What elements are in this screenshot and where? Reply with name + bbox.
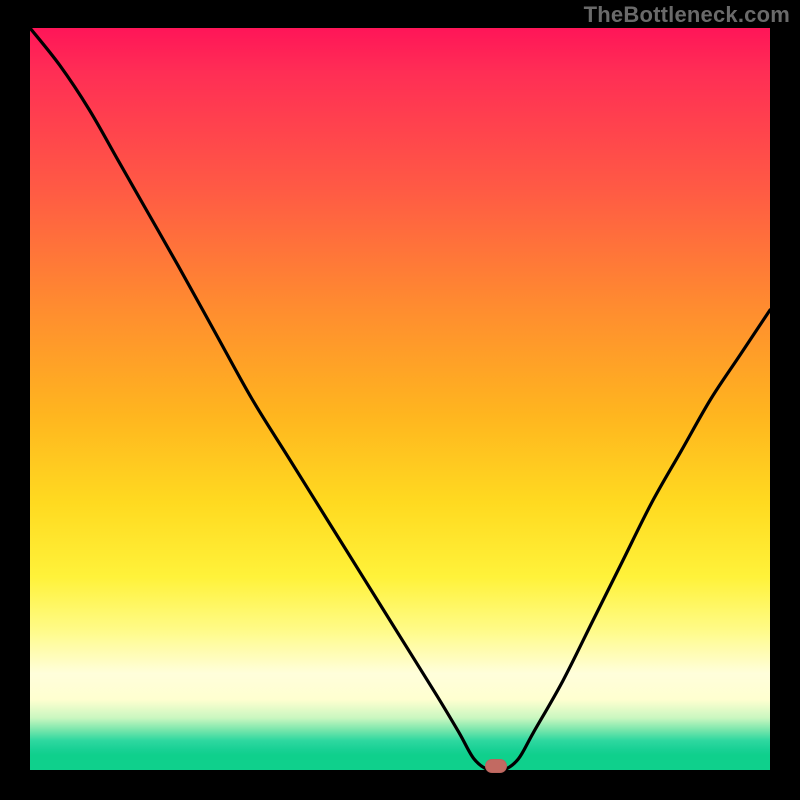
plot-area	[30, 28, 770, 770]
optimal-point-marker	[485, 759, 507, 773]
bottleneck-curve-path	[30, 28, 770, 771]
chart-frame: TheBottleneck.com	[0, 0, 800, 800]
bottleneck-curve	[30, 28, 770, 770]
watermark-label: TheBottleneck.com	[584, 2, 790, 28]
